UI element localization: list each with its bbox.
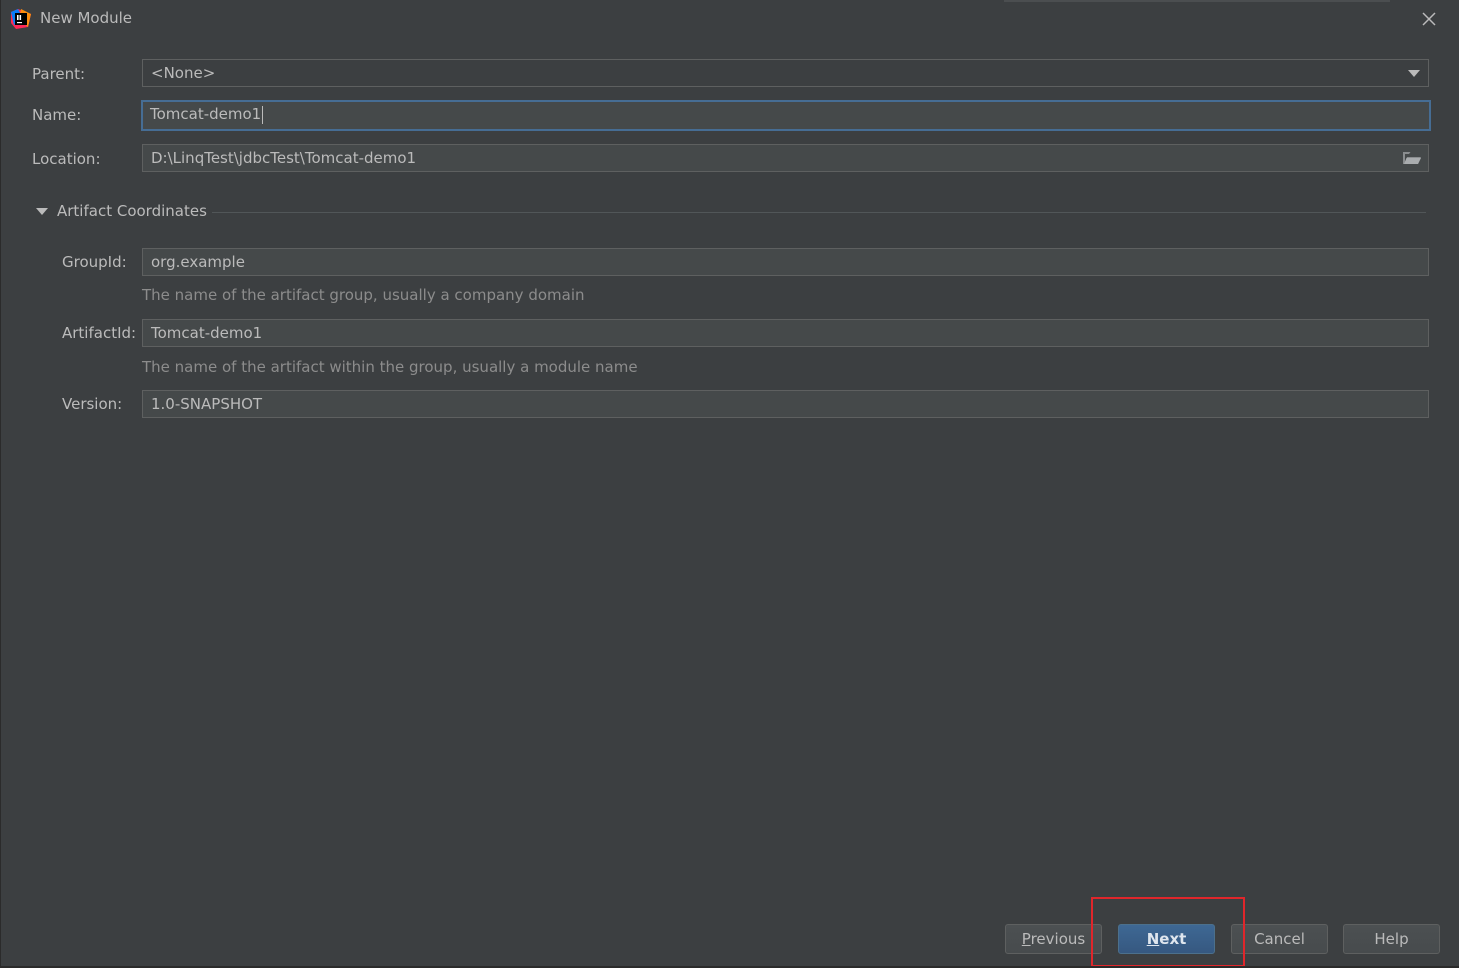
location-label: Location:: [32, 150, 101, 168]
close-icon[interactable]: [1418, 8, 1440, 30]
location-field[interactable]: D:\LinqTest\jdbcTest\Tomcat-demo1: [142, 144, 1429, 172]
previous-mnemonic: P: [1021, 930, 1031, 948]
artifactid-field-value: Tomcat-demo1: [151, 324, 263, 342]
previous-button[interactable]: Previous: [1005, 924, 1102, 954]
artifact-coordinates-section[interactable]: Artifact Coordinates: [36, 202, 1428, 222]
groupid-hint: The name of the artifact group, usually …: [142, 286, 585, 304]
next-mnemonic: N: [1146, 930, 1160, 948]
version-field-value: 1.0-SNAPSHOT: [151, 395, 263, 413]
dialog-title: New Module: [40, 9, 133, 27]
new-module-dialog: New Module Parent: <None> Name: Tomcat-d…: [0, 0, 1459, 968]
next-button[interactable]: Next: [1118, 924, 1215, 954]
artifactid-label: ArtifactId:: [62, 324, 137, 342]
next-label-rest: ext: [1159, 930, 1187, 948]
parent-dropdown-value: <None>: [151, 64, 216, 82]
groupid-field-value: org.example: [151, 253, 245, 271]
artifactid-hint: The name of the artifact within the grou…: [142, 358, 638, 376]
parent-label: Parent:: [32, 65, 86, 83]
name-field[interactable]: Tomcat-demo1: [141, 100, 1431, 131]
location-field-value: D:\LinqTest\jdbcTest\Tomcat-demo1: [151, 149, 417, 167]
groupid-field[interactable]: org.example: [142, 248, 1429, 276]
groupid-label: GroupId:: [62, 253, 127, 271]
name-field-value: Tomcat-demo1: [150, 105, 262, 123]
artifactid-field[interactable]: Tomcat-demo1: [142, 319, 1429, 347]
expand-triangle-icon[interactable]: [36, 208, 48, 215]
text-caret: [262, 105, 264, 124]
help-button[interactable]: Help: [1343, 924, 1440, 954]
version-field[interactable]: 1.0-SNAPSHOT: [142, 390, 1429, 418]
title-bar[interactable]: New Module: [1, 0, 1459, 38]
chevron-down-icon: [1408, 70, 1420, 77]
cancel-button[interactable]: Cancel: [1231, 924, 1328, 954]
previous-label-rest: revious: [1030, 930, 1086, 948]
intellij-idea-icon: [11, 9, 31, 29]
version-label: Version:: [62, 395, 123, 413]
folder-open-icon[interactable]: [1402, 150, 1422, 166]
section-title: Artifact Coordinates: [57, 202, 207, 220]
name-label: Name:: [32, 106, 82, 124]
section-divider: [212, 212, 1426, 213]
parent-dropdown[interactable]: <None>: [142, 59, 1429, 87]
